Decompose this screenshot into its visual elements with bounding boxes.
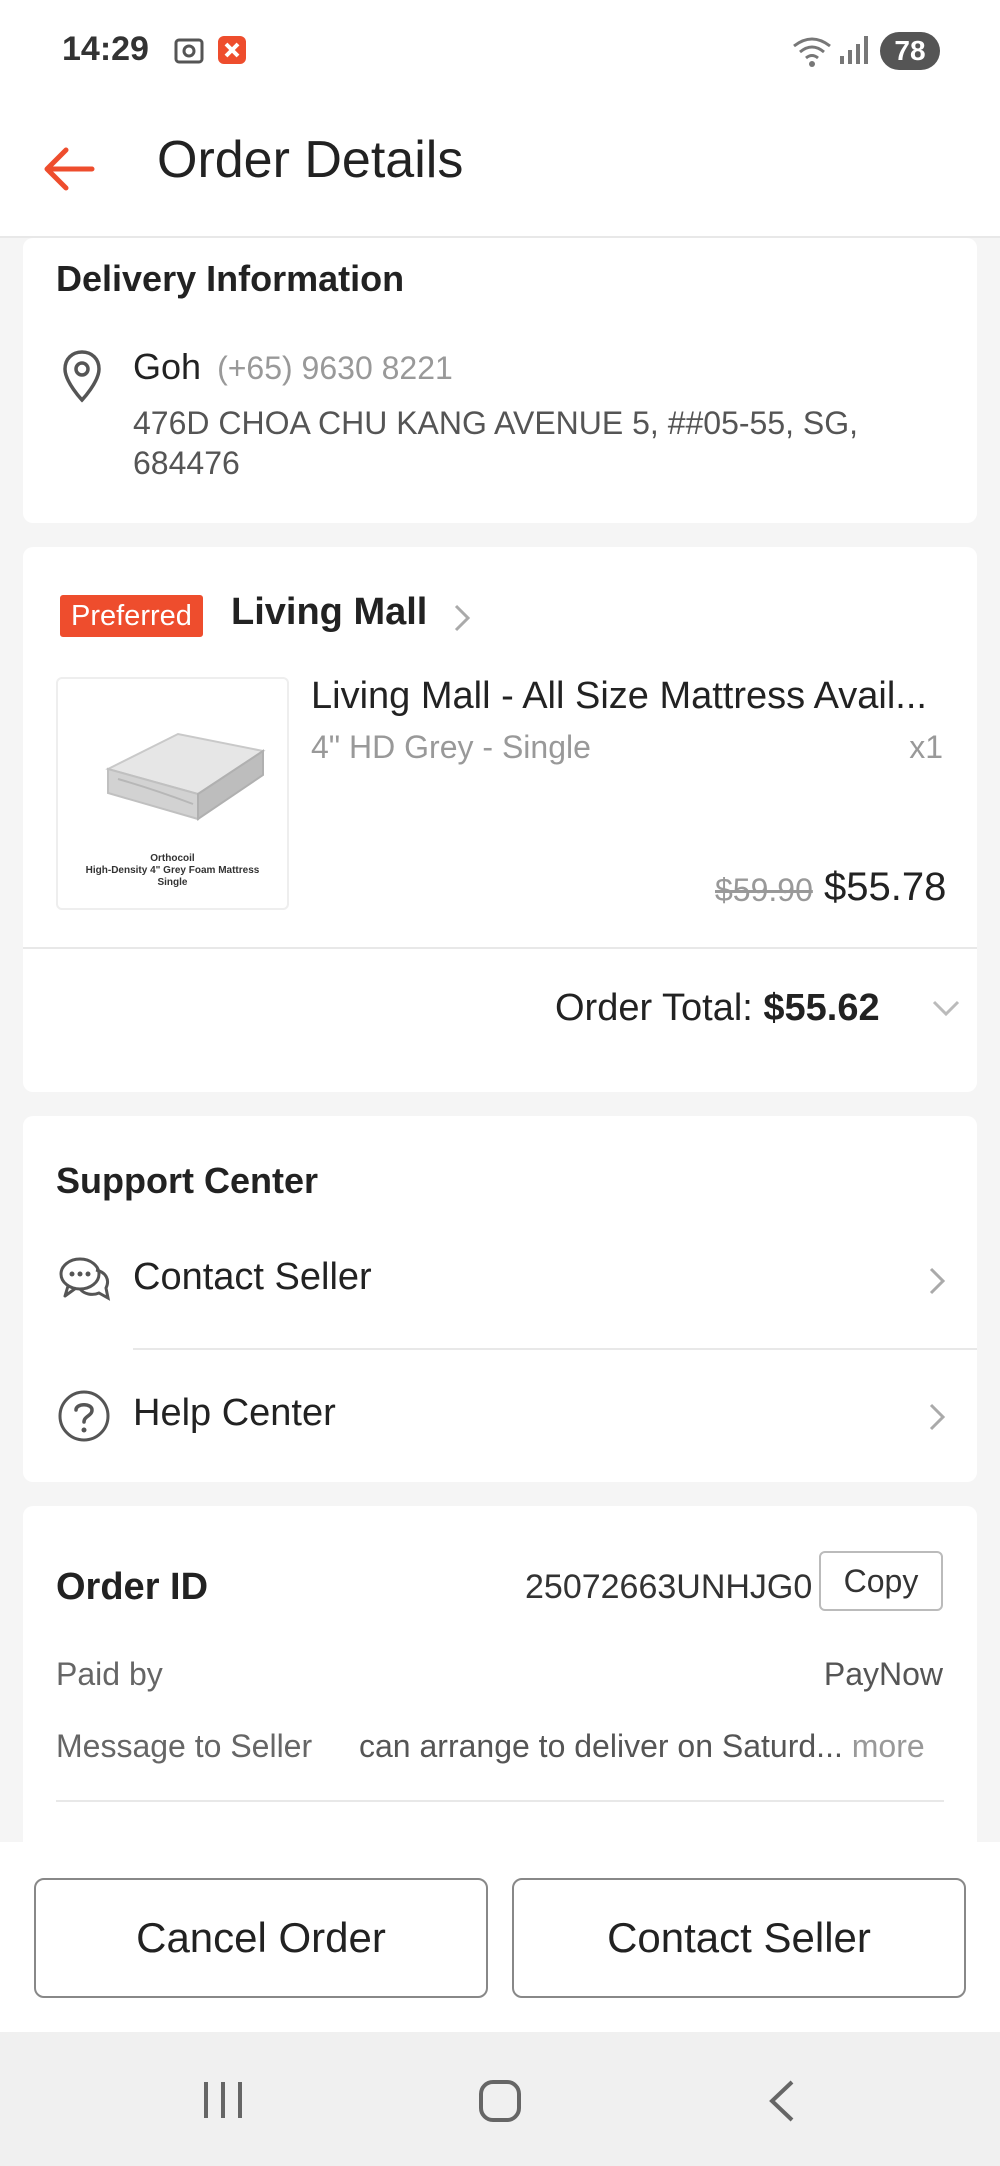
back-nav-icon[interactable] — [762, 2078, 802, 2124]
back-arrow-icon[interactable] — [36, 136, 102, 202]
delivery-address: 476D CHOA CHU KANG AVENUE 5, ##05-55, SG… — [133, 405, 859, 481]
mattress-image-icon — [105, 732, 266, 821]
paid-by-label: Paid by — [56, 1656, 163, 1692]
screenshot-icon — [174, 38, 204, 64]
copy-button[interactable]: Copy — [819, 1551, 943, 1611]
product-image[interactable]: Orthocoil High-Density 4" Grey Foam Matt… — [56, 677, 289, 910]
recipient-phone: (+65) 9630 8221 — [217, 350, 453, 386]
battery-indicator: 78 — [880, 32, 940, 70]
chevron-right-icon — [929, 1267, 946, 1295]
paid-by-value: PayNow — [823, 1656, 943, 1692]
status-time: 14:29 — [62, 30, 149, 68]
preferred-badge: Preferred — [60, 595, 203, 637]
location-pin-icon — [63, 350, 101, 403]
delivery-info-card: Delivery Information Goh (+65) 9630 8221… — [23, 238, 977, 523]
shop-name-link[interactable]: Living Mall — [231, 591, 427, 634]
divider — [23, 947, 977, 949]
product-name[interactable]: Living Mall - All Size Mattress Avail... — [311, 675, 961, 718]
app-header: Order Details — [0, 100, 1000, 238]
divider — [56, 1800, 944, 1802]
order-items-card: Preferred Living Mall Orthocoil High-Den… — [23, 547, 977, 1092]
message-to-seller[interactable]: can arrange to deliver on Saturd... more — [359, 1728, 925, 1765]
caption-line-2: High-Density 4" Grey Foam Mattress — [85, 865, 260, 876]
page-title: Order Details — [157, 131, 464, 189]
message-text: can arrange to deliver on Saturd... — [359, 1728, 843, 1764]
status-bar: 14:29 78 — [0, 0, 1000, 100]
chevron-right-icon[interactable] — [451, 601, 473, 635]
order-total[interactable]: Order Total: $55.62 — [555, 987, 880, 1030]
recipient-line: Goh (+65) 9630 8221 — [133, 346, 453, 388]
order-info-card: Order ID 25072663UNHJG0 Copy Paid by Pay… — [23, 1506, 977, 1842]
order-id-value: 25072663UNHJG0 — [525, 1568, 813, 1606]
home-icon[interactable] — [477, 2078, 523, 2124]
system-nav-bar — [0, 2032, 1000, 2166]
cancel-order-button[interactable]: Cancel Order — [34, 1878, 488, 1998]
order-total-label: Order Total: — [555, 987, 753, 1029]
chat-bubbles-icon — [59, 1257, 111, 1301]
question-circle-icon — [58, 1390, 110, 1442]
support-section-title: Support Center — [56, 1160, 319, 1201]
help-center-label: Help Center — [133, 1392, 336, 1434]
message-label: Message to Seller — [56, 1728, 313, 1764]
order-id-label: Order ID — [56, 1566, 209, 1608]
original-price: $59.90 — [715, 872, 813, 908]
contact-seller-button[interactable]: Contact Seller — [512, 1878, 966, 1998]
chevron-right-icon — [929, 1403, 946, 1431]
support-center-card: Support Center Contact Seller Help Cente… — [23, 1116, 977, 1482]
contact-seller-row[interactable]: Contact Seller — [23, 1214, 977, 1348]
recent-apps-icon[interactable] — [198, 2078, 248, 2122]
product-image-caption: Orthocoil High-Density 4" Grey Foam Matt… — [58, 853, 287, 889]
notification-alert-icon — [218, 36, 246, 64]
caption-line-1: Orthocoil — [150, 853, 195, 864]
more-link[interactable]: more — [852, 1728, 925, 1764]
delivery-section-title: Delivery Information — [56, 258, 405, 299]
help-center-row[interactable]: Help Center — [23, 1350, 977, 1484]
order-total-value: $55.62 — [763, 987, 880, 1029]
signal-icon — [840, 36, 868, 64]
wifi-icon — [793, 37, 831, 67]
recipient-name: Goh — [133, 346, 202, 387]
product-quantity: x1 — [909, 729, 943, 765]
contact-seller-label: Contact Seller — [133, 1256, 372, 1298]
caption-line-3: Single — [157, 877, 188, 888]
chevron-down-icon[interactable] — [928, 995, 964, 1021]
current-price: $55.78 — [824, 865, 947, 909]
bottom-action-bar: Cancel Order Contact Seller — [0, 1842, 1000, 2032]
product-variant: 4" HD Grey - Single — [311, 729, 591, 765]
